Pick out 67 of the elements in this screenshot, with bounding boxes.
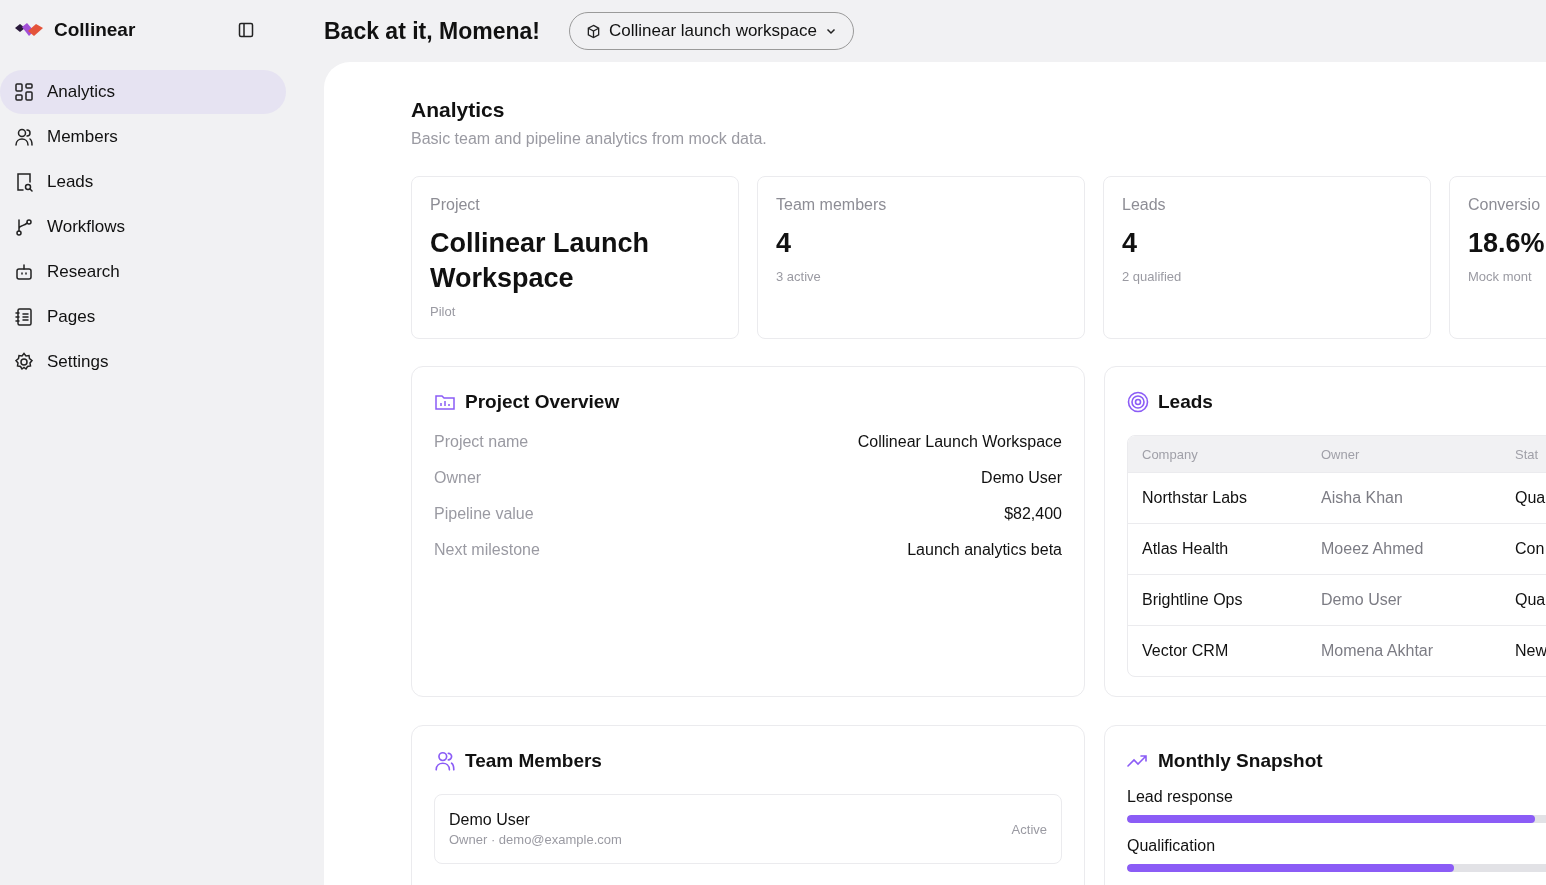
table-cell-text: Momena Akhtar	[1321, 642, 1435, 660]
page-title: Analytics	[411, 98, 506, 122]
column-header: Owner	[1321, 446, 1361, 462]
table-cell: Qua	[1515, 489, 1546, 507]
stat-label: Leads	[1122, 196, 1166, 214]
member-detail: Owner · demo@example.com	[449, 832, 622, 847]
users-icon	[434, 750, 456, 772]
metric-label: Lead response	[1127, 788, 1234, 806]
card-title: Project Overview	[465, 391, 620, 413]
nav-item[interactable]: Analytics	[0, 70, 286, 114]
table-cell-text: Brightline Ops	[1142, 591, 1244, 609]
field-label: Project name	[434, 433, 529, 451]
member-name: Demo User	[449, 811, 531, 829]
cube-icon	[586, 23, 601, 39]
branch-icon	[14, 217, 34, 237]
logo-icon	[14, 22, 44, 38]
stat-note: 2 qualified	[1122, 269, 1182, 285]
card-title: Monthly Snapshot	[1158, 750, 1323, 772]
table-cell-text: Demo User	[1321, 591, 1403, 609]
nav-item[interactable]: Research	[0, 250, 286, 294]
column-header: Stat	[1515, 446, 1540, 462]
folder-icon	[434, 392, 456, 412]
robot-icon	[14, 262, 34, 282]
stat-value: 4	[776, 227, 792, 260]
nav-item[interactable]: Pages	[0, 295, 286, 339]
stat-label: Conversio	[1468, 196, 1541, 214]
users-icon	[14, 127, 34, 147]
stat-value: Collinear Launch Workspace	[430, 227, 651, 296]
stat-label: Project	[430, 196, 480, 214]
greeting-heading: Back at it, Momena!	[324, 17, 540, 45]
stat-label: Team members	[776, 196, 887, 214]
field-value: Launch analytics beta	[907, 541, 1062, 559]
nav-item[interactable]: Settings	[0, 340, 286, 384]
field-value: Collinear Launch Workspace	[857, 433, 1062, 451]
page-subtitle: Basic team and pipeline analytics from mock data.	[411, 130, 768, 148]
stat-note: Pilot	[430, 304, 456, 320]
settings-icon	[14, 352, 34, 372]
field-label: Next milestone	[434, 541, 540, 559]
card-title: Leads	[1158, 391, 1213, 413]
field-label: Pipeline value	[434, 505, 534, 523]
grid-icon	[14, 82, 34, 102]
target-icon	[1127, 391, 1149, 413]
metric-label: Qualification	[1127, 837, 1217, 855]
table-cell-text: Moeez Ahmed	[1321, 540, 1425, 558]
field-value: $82,400	[1004, 505, 1062, 523]
brand-name: Collinear	[54, 19, 136, 41]
field-label: Owner	[434, 469, 482, 487]
nav-item[interactable]: Leads	[0, 160, 286, 204]
table-cell: Qua	[1515, 591, 1546, 609]
table-cell-text: Vector CRM	[1142, 642, 1230, 660]
nav-item[interactable]: Members	[0, 115, 286, 159]
stat-value: 4	[1122, 227, 1138, 260]
field-value: Demo User	[981, 469, 1062, 487]
stat-note: 3 active	[776, 269, 821, 285]
stat-note: Mock mont	[1468, 269, 1532, 285]
table-cell-text: Aisha Khan	[1321, 489, 1404, 507]
table-cell-text: Northstar Labs	[1142, 489, 1248, 507]
table-cell: Con	[1515, 540, 1546, 558]
notebook-icon	[14, 307, 34, 327]
stat-value: 18.6%	[1468, 227, 1545, 260]
table-cell-text: Atlas Health	[1142, 540, 1230, 558]
member-status: Active	[1011, 821, 1047, 837]
document-search-icon	[14, 172, 34, 192]
card-title: Team Members	[465, 750, 602, 772]
column-header: Company	[1142, 446, 1199, 462]
nav-item[interactable]: Workflows	[0, 205, 286, 249]
trend-up-icon	[1127, 754, 1149, 768]
